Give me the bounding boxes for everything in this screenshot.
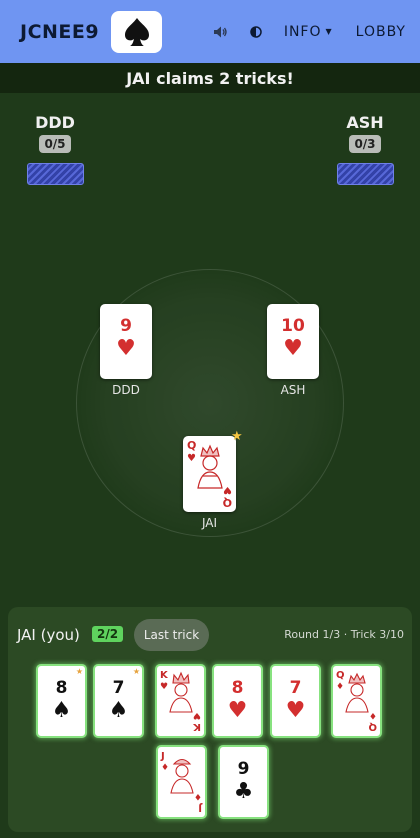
card-rank: 8 — [231, 678, 244, 698]
svg-text:Q: Q — [368, 721, 377, 732]
round-trick-info: Round 1/3 · Trick 3/10 — [284, 628, 404, 641]
jack-face-art: J ♦ J ♦ — [160, 751, 203, 813]
heart-icon: ♥ — [283, 336, 303, 361]
played-card-player: DDD — [112, 383, 140, 397]
svg-text:♦: ♦ — [194, 791, 202, 801]
opponent-card-back — [336, 163, 394, 185]
svg-text:♦: ♦ — [369, 710, 377, 720]
svg-text:K: K — [192, 721, 201, 732]
svg-text:J: J — [160, 751, 165, 762]
svg-text:♥: ♥ — [223, 484, 232, 495]
hand-card[interactable]: 8 ♥ — [212, 664, 263, 738]
hand-card[interactable]: 7 ♥ — [270, 664, 321, 738]
opponent-score: 0/5 — [39, 135, 71, 153]
chevron-down-icon: ▼ — [325, 27, 332, 36]
played-card-player: ASH — [280, 383, 306, 397]
lobby-button[interactable]: LOBBY — [356, 24, 406, 40]
spade-logo[interactable] — [111, 10, 163, 53]
star-icon: ★ — [75, 667, 83, 676]
claim-banner: JAI claims 2 tricks! — [0, 63, 420, 93]
played-card-jai: Q ♥ Q ♥ — [183, 436, 236, 512]
player-name: JAI (you) — [17, 626, 80, 644]
last-trick-button[interactable]: Last trick — [134, 619, 209, 651]
star-icon: ★ — [132, 667, 140, 676]
info-button[interactable]: INFO ▼ — [284, 24, 332, 40]
card-rank: 9 — [120, 316, 132, 336]
opponent-card-back — [26, 163, 84, 185]
hand-card[interactable]: Q ♦ Q ♦ — [331, 664, 382, 738]
hand-card[interactable]: J ♦ J ♦ — [156, 745, 207, 819]
played-card-player: JAI — [201, 516, 218, 530]
card-rank: 7 — [289, 678, 302, 698]
card-rank: 7 — [112, 678, 125, 698]
contrast-icon[interactable] — [246, 22, 266, 42]
hand-card[interactable]: ★ 8 ♠ — [36, 664, 87, 738]
card-rank: 9 — [237, 759, 250, 779]
spade-icon: ♠ — [51, 698, 72, 723]
card-rank: 8 — [55, 678, 68, 698]
hand-panel: JAI (you) 2/2 Last trick Round 1/3 · Tri… — [8, 607, 412, 832]
opponent-score: 0/3 — [349, 135, 381, 153]
svg-text:Q: Q — [336, 670, 345, 681]
hand-card[interactable]: ★ 7 ♠ — [93, 664, 144, 738]
heart-icon: ♥ — [285, 698, 306, 723]
queen-face-art: Q ♦ Q ♦ — [336, 670, 377, 732]
heart-icon: ♥ — [116, 336, 136, 361]
svg-text:K: K — [160, 670, 169, 681]
top-bar: JCNEE9 INFO ▼ LOBBY — [0, 0, 420, 63]
hand-card[interactable]: K ♥ K ♥ — [155, 664, 206, 738]
club-icon: ♣ — [233, 779, 254, 804]
trick-leader-star-icon: ★ — [231, 429, 243, 444]
spade-icon — [124, 17, 149, 46]
info-label: INFO — [283, 23, 322, 40]
svg-text:♦: ♦ — [161, 763, 169, 773]
game-code: JCNEE9 — [20, 20, 100, 43]
svg-text:Q: Q — [187, 439, 196, 452]
svg-text:♥: ♥ — [160, 682, 168, 692]
opponent-ash: ASH 0/3 — [336, 113, 394, 185]
card-rank: 10 — [281, 316, 305, 336]
played-card-ash: 10 ♥ — [267, 304, 319, 379]
game-table: DDD 0/5 ASH 0/3 9 ♥ DDD 10 ♥ ASH Q ♥ Q ♥… — [0, 93, 420, 603]
heart-icon: ♥ — [227, 698, 248, 723]
opponent-ddd: DDD 0/5 — [26, 113, 84, 185]
svg-text:♥: ♥ — [193, 710, 201, 720]
svg-text:J: J — [198, 802, 203, 813]
played-card-ddd: 9 ♥ — [100, 304, 152, 379]
sound-icon[interactable] — [210, 22, 230, 42]
queen-face-art: Q ♥ Q ♥ — [187, 439, 232, 509]
svg-text:Q: Q — [223, 496, 232, 509]
player-score-badge: 2/2 — [92, 626, 124, 642]
opponent-name: DDD — [35, 113, 75, 132]
svg-text:♦: ♦ — [336, 682, 344, 692]
spade-icon: ♠ — [108, 698, 129, 723]
svg-text:♥: ♥ — [187, 453, 196, 464]
king-face-art: K ♥ K ♥ — [160, 670, 201, 732]
hand-card[interactable]: 9 ♣ — [218, 745, 269, 819]
opponent-name: ASH — [346, 113, 384, 132]
